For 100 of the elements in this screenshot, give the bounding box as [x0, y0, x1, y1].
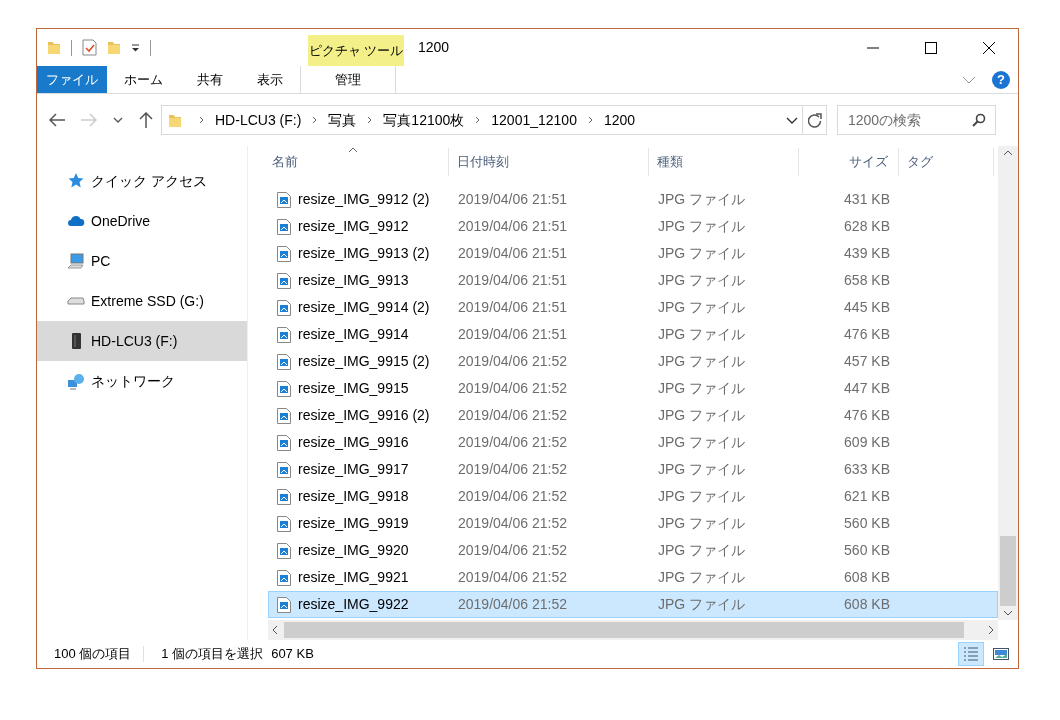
ribbon-tab[interactable]: 管理	[301, 66, 395, 93]
breadcrumb-link[interactable]: HD-LCU3 (F:)	[211, 109, 306, 131]
file-type: JPG ファイル	[658, 218, 746, 234]
picture-icon	[993, 646, 1009, 662]
file-size: 457 KB	[844, 352, 890, 371]
breadcrumb-link[interactable]: 写真12100枚	[379, 109, 469, 131]
file-row[interactable]: resize_IMG_9915 2019/04/06 21:52 JPG ファイル 447 KB	[268, 375, 998, 402]
column-header[interactable]: 種類	[649, 148, 799, 176]
file-row[interactable]: resize_IMG_9914 (2) 2019/04/06 21:51 JPG ファイル 445 KB	[268, 294, 998, 321]
chevron-right-icon	[475, 116, 481, 124]
file-type: JPG ファイル	[658, 461, 746, 477]
column-header[interactable]: 日付時刻	[449, 148, 649, 176]
file-date: 2019/04/06 21:52	[458, 542, 567, 558]
column-header[interactable]: 名前	[268, 148, 449, 176]
file-date: 2019/04/06 21:51	[458, 218, 567, 234]
breadcrumb-link[interactable]: 写真	[324, 109, 361, 131]
help-button[interactable]: ?	[992, 70, 1010, 89]
checklist-icon[interactable]	[82, 39, 97, 56]
file-type: JPG ファイル	[658, 542, 746, 558]
file-name: resize_IMG_9921	[298, 568, 409, 587]
image-file-icon	[277, 542, 291, 559]
file-row[interactable]: resize_IMG_9920 2019/04/06 21:52 JPG ファイル 560 KB	[268, 537, 998, 564]
dropdown-icon[interactable]	[131, 43, 140, 52]
file-row[interactable]: resize_IMG_9916 2019/04/06 21:52 JPG ファイル 609 KB	[268, 429, 998, 456]
breadcrumb-link[interactable]: 1200	[599, 109, 640, 131]
recent-locations-button[interactable]	[113, 117, 123, 123]
file-date: 2019/04/06 21:51	[458, 245, 567, 261]
file-row[interactable]: resize_IMG_9912 (2) 2019/04/06 21:51 JPG ファイル 431 KB	[268, 186, 998, 213]
file-row[interactable]: resize_IMG_9912 2019/04/06 21:51 JPG ファイル 628 KB	[268, 213, 998, 240]
scrollbar-thumb[interactable]	[284, 622, 964, 638]
file-type: JPG ファイル	[658, 272, 746, 288]
selection-count: 1 個の項目を選択	[161, 645, 264, 664]
selection-size: 607 KB	[271, 645, 314, 664]
address-bar[interactable]: HD-LCU3 (F:) 写真 写真12100枚 12001_12100 1200	[161, 105, 827, 135]
file-name: resize_IMG_9915 (2)	[298, 352, 430, 371]
chevron-left-icon	[272, 625, 278, 635]
file-row[interactable]: resize_IMG_9914 2019/04/06 21:51 JPG ファイル 476 KB	[268, 321, 998, 348]
file-size: 447 KB	[844, 379, 890, 398]
file-type: JPG ファイル	[658, 191, 746, 207]
horizontal-scrollbar[interactable]	[268, 620, 998, 640]
file-date: 2019/04/06 21:51	[458, 326, 567, 342]
file-date: 2019/04/06 21:52	[458, 380, 567, 396]
breadcrumb-link[interactable]: 12001_12100	[487, 109, 581, 131]
file-size: 658 KB	[844, 271, 890, 290]
chevron-right-icon	[988, 625, 994, 635]
chevron-down-icon[interactable]	[786, 116, 798, 124]
image-file-icon	[277, 299, 291, 316]
image-file-icon	[277, 218, 291, 235]
image-file-icon	[277, 515, 291, 532]
file-row[interactable]: resize_IMG_9918 2019/04/06 21:52 JPG ファイル 621 KB	[268, 483, 998, 510]
file-row[interactable]: resize_IMG_9915 (2) 2019/04/06 21:52 JPG ファイル 457 KB	[268, 348, 998, 375]
nav-item[interactable]: HD-LCU3 (F:)	[37, 321, 247, 361]
window-title: 1200	[417, 38, 451, 57]
file-size: 628 KB	[844, 217, 890, 236]
file-name: resize_IMG_9917	[298, 460, 409, 479]
column-header[interactable]: タグ	[899, 148, 994, 176]
file-name: resize_IMG_9919	[298, 514, 409, 533]
file-size: 431 KB	[844, 190, 890, 209]
refresh-icon	[807, 112, 822, 128]
column-header[interactable]: サイズ	[799, 148, 899, 176]
file-type: JPG ファイル	[658, 245, 746, 261]
list-icon	[963, 646, 979, 662]
chevron-down-icon	[1003, 610, 1013, 616]
folder-icon[interactable]	[107, 40, 121, 55]
file-size: 560 KB	[844, 541, 890, 560]
file-row[interactable]: resize_IMG_9917 2019/04/06 21:52 JPG ファイル 633 KB	[268, 456, 998, 483]
file-row[interactable]: resize_IMG_9913 (2) 2019/04/06 21:51 JPG ファイル 439 KB	[268, 240, 998, 267]
ribbon-tab[interactable]: ホーム	[107, 66, 180, 93]
ribbon-tab[interactable]: 表示	[240, 66, 300, 93]
file-type: JPG ファイル	[658, 488, 746, 504]
file-name: resize_IMG_9913 (2)	[298, 244, 430, 263]
nav-item[interactable]: クイック アクセス	[37, 161, 247, 201]
file-name: resize_IMG_9920	[298, 541, 409, 560]
up-button[interactable]	[139, 112, 153, 128]
file-name: resize_IMG_9914	[298, 325, 409, 344]
nav-item[interactable]: OneDrive	[37, 201, 247, 241]
file-row[interactable]: resize_IMG_9913 2019/04/06 21:51 JPG ファイル 658 KB	[268, 267, 998, 294]
ribbon-tab[interactable]: 共有	[180, 66, 240, 93]
folder-icon[interactable]	[47, 40, 61, 55]
back-button[interactable]	[49, 113, 65, 127]
scrollbar-thumb[interactable]	[1000, 536, 1016, 606]
file-row[interactable]: resize_IMG_9921 2019/04/06 21:52 JPG ファイル 608 KB	[268, 564, 998, 591]
file-row[interactable]: resize_IMG_9916 (2) 2019/04/06 21:52 JPG ファイル 476 KB	[268, 402, 998, 429]
file-name: resize_IMG_9913	[298, 271, 409, 290]
image-file-icon	[277, 353, 291, 370]
image-file-icon	[277, 461, 291, 478]
nav-item[interactable]: Extreme SSD (G:)	[37, 281, 247, 321]
nav-item[interactable]: ネットワーク	[37, 361, 247, 401]
file-row[interactable]: resize_IMG_9919 2019/04/06 21:52 JPG ファイル 560 KB	[268, 510, 998, 537]
file-date: 2019/04/06 21:52	[458, 569, 567, 585]
file-type: JPG ファイル	[658, 326, 746, 342]
file-row[interactable]: resize_IMG_9922 2019/04/06 21:52 JPG ファイル 608 KB	[268, 591, 998, 618]
chevron-right-icon	[587, 116, 593, 124]
arrow-left-icon	[49, 113, 65, 127]
vertical-scrollbar[interactable]	[998, 146, 1018, 620]
file-date: 2019/04/06 21:51	[458, 272, 567, 288]
nav-item[interactable]: PC	[37, 241, 247, 281]
forward-button[interactable]	[81, 113, 97, 127]
image-file-icon	[277, 488, 291, 505]
search-field[interactable]: 1200の検索	[837, 105, 996, 135]
